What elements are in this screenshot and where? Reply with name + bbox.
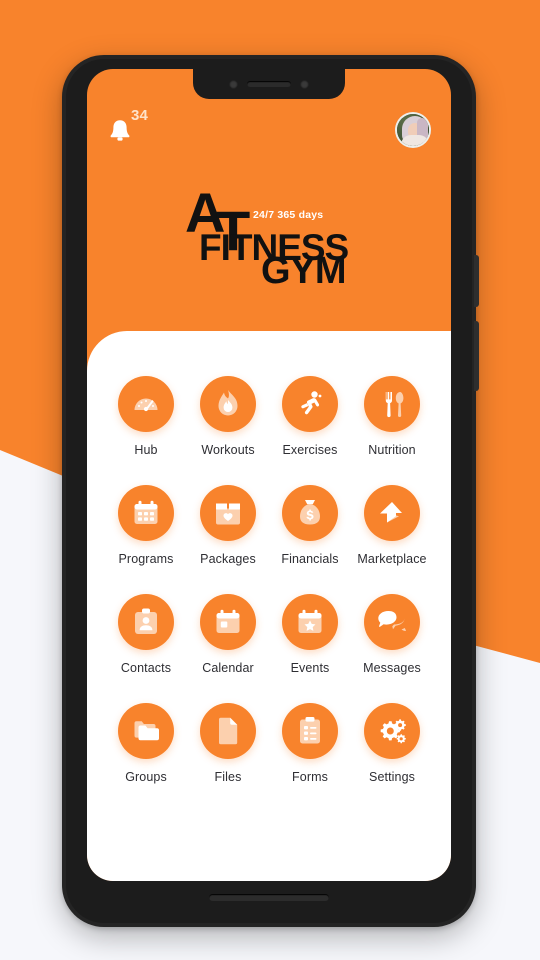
menu-item-label: Forms <box>292 770 328 784</box>
bell-icon <box>107 117 133 145</box>
menu-item-label: Marketplace <box>357 552 427 566</box>
document-icon <box>200 703 256 759</box>
menu-item-hub[interactable]: Hub <box>105 376 187 457</box>
calendar-icon <box>200 594 256 650</box>
volume-button[interactable] <box>474 321 479 391</box>
menu-item-settings[interactable]: Settings <box>351 703 433 784</box>
calendar-star-icon <box>282 594 338 650</box>
menu-item-label: Nutrition <box>368 443 416 457</box>
notifications-button[interactable]: 34 <box>107 107 153 151</box>
cutlery-icon <box>364 376 420 432</box>
running-icon <box>282 376 338 432</box>
menu-item-label: Files <box>214 770 242 784</box>
earpiece-speaker-icon <box>247 81 291 87</box>
brand-logo: A T FITNESS GYM 24/7 365 days <box>87 185 451 297</box>
menu-item-label: Packages <box>200 552 256 566</box>
logo-word-gym: GYM <box>261 250 347 292</box>
menu-item-groups[interactable]: Groups <box>105 703 187 784</box>
phone-screen: 34 A T FITNESS GYM 24/7 365 days Hub Wor… <box>87 69 451 881</box>
menu-item-label: Groups <box>125 770 167 784</box>
camera-notch <box>193 69 345 99</box>
chat-bubbles-icon <box>364 594 420 650</box>
logo-tagline: 24/7 365 days <box>253 209 324 221</box>
notification-badge: 34 <box>131 107 149 124</box>
screenshot-root: 34 A T FITNESS GYM 24/7 365 days Hub Wor… <box>0 0 540 960</box>
camera-lens-icon <box>300 79 309 89</box>
menu-item-forms[interactable]: Forms <box>269 703 351 784</box>
menu-grid: Hub Workouts Exercises Nutrition Programs Pac… <box>105 376 433 784</box>
app-topbar: 34 <box>87 107 451 153</box>
menu-item-files[interactable]: Files <box>187 703 269 784</box>
menu-item-label: Programs <box>118 552 174 566</box>
id-badge-icon <box>118 594 174 650</box>
menu-item-calendar[interactable]: Calendar <box>187 594 269 675</box>
menu-item-financials[interactable]: Financials <box>269 485 351 566</box>
menu-item-label: Events <box>290 661 330 675</box>
menu-item-nutrition[interactable]: Nutrition <box>351 376 433 457</box>
avatar[interactable] <box>395 112 431 148</box>
gears-icon <box>364 703 420 759</box>
menu-item-label: Messages <box>363 661 421 675</box>
calendar-grid-icon <box>118 485 174 541</box>
folders-icon <box>118 703 174 759</box>
marketplace-arrow-icon <box>364 485 420 541</box>
menu-item-packages[interactable]: Packages <box>187 485 269 566</box>
camera-lens-icon <box>229 79 238 89</box>
menu-item-label: Workouts <box>201 443 255 457</box>
avatar-body <box>401 135 429 146</box>
gauge-icon <box>118 376 174 432</box>
box-heart-icon <box>200 485 256 541</box>
phone-device: 34 A T FITNESS GYM 24/7 365 days Hub Wor… <box>62 55 479 927</box>
menu-item-programs[interactable]: Programs <box>105 485 187 566</box>
flame-icon <box>200 376 256 432</box>
menu-item-label: Exercises <box>282 443 338 457</box>
menu-item-messages[interactable]: Messages <box>351 594 433 675</box>
menu-item-label: Settings <box>369 770 415 784</box>
menu-item-contacts[interactable]: Contacts <box>105 594 187 675</box>
power-button[interactable] <box>474 255 479 307</box>
menu-item-marketplace[interactable]: Marketplace <box>351 485 433 566</box>
menu-item-workouts[interactable]: Workouts <box>187 376 269 457</box>
clipboard-check-icon <box>282 703 338 759</box>
speaker-grill <box>209 894 329 901</box>
menu-item-events[interactable]: Events <box>269 594 351 675</box>
menu-item-label: Calendar <box>202 661 254 675</box>
menu-item-exercises[interactable]: Exercises <box>269 376 351 457</box>
menu-item-label: Hub <box>134 443 158 457</box>
menu-sheet: Hub Workouts Exercises Nutrition Programs Pac… <box>87 331 451 881</box>
menu-item-label: Contacts <box>120 661 172 675</box>
menu-item-label: Financials <box>281 552 339 566</box>
money-bag-icon <box>282 485 338 541</box>
